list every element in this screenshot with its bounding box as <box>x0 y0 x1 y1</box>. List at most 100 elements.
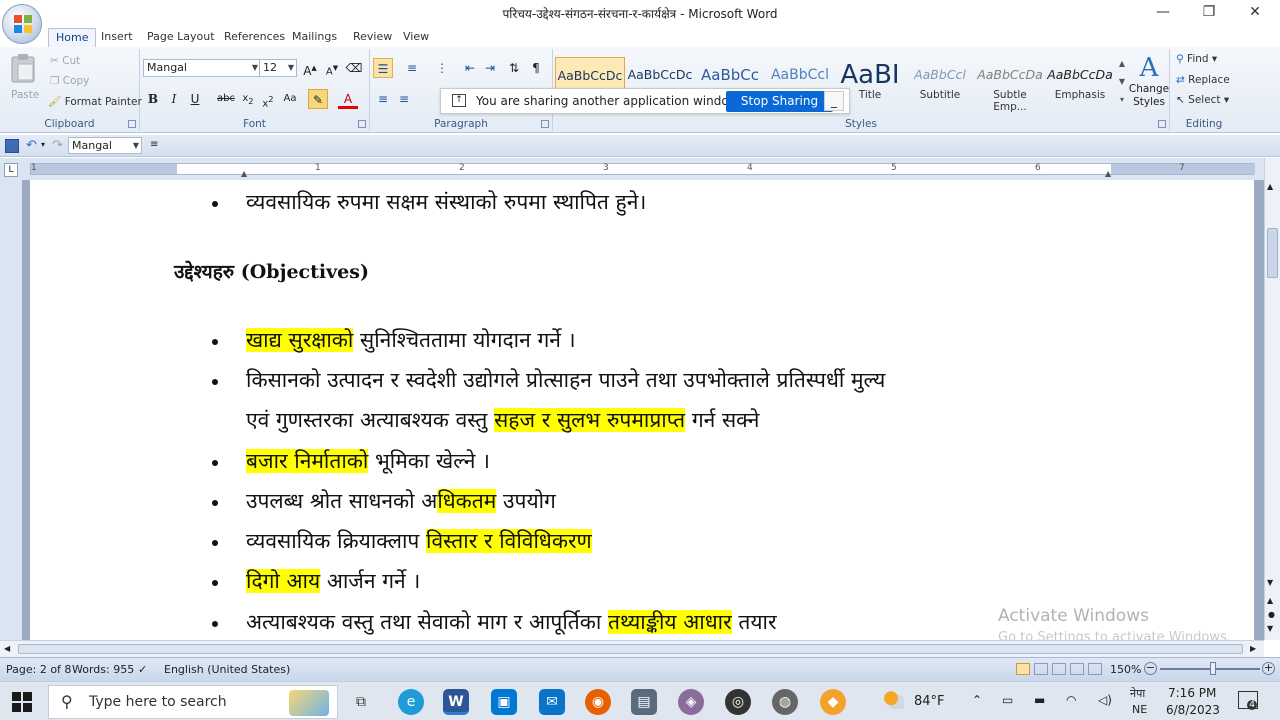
disk-icon[interactable]: ◍ <box>772 689 798 715</box>
proofing-icon[interactable]: ✓ <box>138 663 147 676</box>
view-full-screen-icon[interactable] <box>1034 663 1048 675</box>
weather-icon[interactable] <box>884 691 904 709</box>
close-button[interactable]: ✕ <box>1232 0 1278 26</box>
copy-button[interactable]: ❐ Copy <box>50 75 89 87</box>
scroll-right-icon[interactable]: ▶ <box>1250 644 1256 653</box>
shrink-font-icon[interactable]: A▼ <box>322 58 342 78</box>
styles-launcher[interactable] <box>1158 120 1166 128</box>
numbering-icon[interactable]: ≡ <box>402 58 422 78</box>
replace-button[interactable]: ⇄ Replace <box>1176 74 1230 86</box>
word-count[interactable]: Words: 955 <box>72 663 134 676</box>
hscroll-thumb[interactable] <box>18 644 1243 654</box>
sort-icon[interactable]: ⇅ <box>504 58 524 78</box>
styles-scroll[interactable]: ▲ ▼ ▾ <box>1116 55 1128 109</box>
firefox-icon[interactable]: ◉ <box>585 689 611 715</box>
select-button[interactable]: ↖ Select ▾ <box>1176 94 1229 106</box>
vlc-icon[interactable]: ◆ <box>820 689 846 715</box>
style-subtitle[interactable]: AaBbCcl Subtitle <box>905 57 975 109</box>
undo-dropdown-icon[interactable]: ▾ <box>41 140 45 149</box>
minimize-button[interactable]: — <box>1140 0 1186 26</box>
italic-icon[interactable]: I <box>164 89 184 109</box>
edge-icon[interactable]: e <box>398 689 424 715</box>
scroll-thumb[interactable] <box>1267 228 1278 278</box>
zoom-slider-thumb[interactable] <box>1210 662 1216 675</box>
input-language-code[interactable]: NE <box>1132 703 1147 716</box>
tab-home[interactable]: Home <box>48 28 97 47</box>
font-launcher[interactable] <box>358 120 366 128</box>
office-button[interactable] <box>2 4 42 44</box>
wifi-icon[interactable]: ◠ <box>1066 693 1076 707</box>
style-subtle-emphasis[interactable]: AaBbCcDa Subtle Emp... <box>975 57 1045 113</box>
volume-icon[interactable]: ◁) <box>1098 693 1112 707</box>
page-indicator[interactable]: Page: 2 of 8 <box>6 663 71 676</box>
scroll-down-icon[interactable]: ▼ <box>1267 578 1273 587</box>
font-color-icon[interactable]: A <box>338 89 358 109</box>
obs-icon[interactable]: ◎ <box>725 689 751 715</box>
strikethrough-icon[interactable]: abc <box>216 89 236 109</box>
redo-icon[interactable]: ↷ <box>52 138 63 153</box>
pilcrow-icon[interactable]: ¶ <box>526 58 546 78</box>
scroll-up-icon[interactable]: ▲ <box>1267 182 1273 191</box>
cut-button[interactable]: ✂ Cut <box>50 55 80 67</box>
tab-references[interactable]: References <box>217 28 292 47</box>
subscript-icon[interactable]: x2 <box>238 89 258 109</box>
tab-review[interactable]: Review <box>346 28 399 47</box>
highlight-icon[interactable]: ✎ <box>308 89 328 109</box>
align-left-icon[interactable]: ≡ <box>373 89 393 109</box>
document-page[interactable]: व्यवसायिक रुपमा सक्षम संस्थाको रुपमा स्थ… <box>30 180 1254 640</box>
tray-chevron-icon[interactable]: ⌃ <box>972 693 982 707</box>
change-styles-button[interactable]: A Change Styles <box>1128 53 1170 113</box>
paste-button[interactable]: Paste <box>6 53 40 105</box>
vertical-scrollbar[interactable]: ▲ ▼ ▲ ● ▼ <box>1264 158 1280 640</box>
tab-insert[interactable]: Insert <box>94 28 140 47</box>
indent-marker-icon[interactable]: ▲ <box>241 169 247 178</box>
bullets-icon[interactable]: ☰ <box>373 58 393 78</box>
find-button[interactable]: ⚲ Find ▾ <box>1176 53 1217 65</box>
tab-page-layout[interactable]: Page Layout <box>140 28 222 47</box>
tab-selector-icon[interactable]: L <box>4 163 18 177</box>
input-language[interactable]: नेपा <box>1130 686 1145 701</box>
change-case-icon[interactable]: Aa <box>280 89 300 109</box>
clear-formatting-icon[interactable]: ⌫ <box>344 58 364 78</box>
customize-qat-icon[interactable]: ≡ <box>150 139 158 150</box>
underline-icon[interactable]: U <box>185 89 205 109</box>
zoom-in-icon[interactable]: + <box>1262 662 1275 675</box>
grow-font-icon[interactable]: A▲ <box>300 58 320 78</box>
view-web-layout-icon[interactable] <box>1052 663 1066 675</box>
app-icon[interactable]: ▤ <box>631 689 657 715</box>
horizontal-ruler[interactable]: 1 1 2 3 4 5 6 7 ▲ ▲ <box>30 163 1255 178</box>
view-print-layout-icon[interactable] <box>1016 663 1030 675</box>
font-size-combo[interactable]: 12 ▼ <box>259 59 297 77</box>
increase-indent-icon[interactable]: ⇥ <box>480 58 500 78</box>
scroll-left-icon[interactable]: ◀ <box>4 644 10 653</box>
share-minimize-button[interactable]: _ <box>824 91 844 111</box>
task-view-icon[interactable]: ⧉ <box>348 689 374 715</box>
stop-sharing-button[interactable]: Stop Sharing <box>726 91 833 112</box>
notification-icon[interactable]: 4 <box>1238 691 1258 710</box>
language-indicator[interactable]: English (United States) <box>164 663 290 676</box>
view-outline-icon[interactable] <box>1070 663 1084 675</box>
taskbar-search[interactable]: ⚲ Type here to search <box>48 685 338 719</box>
zoom-level[interactable]: 150% <box>1110 663 1141 676</box>
store-icon[interactable]: ▣ <box>491 689 517 715</box>
qat-font-combo[interactable]: Mangal ▼ <box>68 137 142 154</box>
bold-icon[interactable]: B <box>143 89 163 109</box>
decrease-indent-icon[interactable]: ⇤ <box>460 58 480 78</box>
superscript-icon[interactable]: x2 <box>258 89 278 109</box>
paragraph-launcher[interactable] <box>541 120 549 128</box>
maximize-button[interactable]: ❐ <box>1186 0 1232 26</box>
clipboard-launcher[interactable] <box>128 120 136 128</box>
word-icon[interactable]: W <box>443 689 469 715</box>
zoom-out-icon[interactable]: − <box>1144 662 1157 675</box>
tab-view[interactable]: View <box>396 28 436 47</box>
battery-icon[interactable]: ▬ <box>1034 693 1045 707</box>
tab-mailings[interactable]: Mailings <box>285 28 344 47</box>
multilevel-list-icon[interactable]: ⋮ <box>432 58 452 78</box>
clock-time[interactable]: 7:16 PM <box>1168 686 1216 700</box>
align-center-icon[interactable]: ≡ <box>394 89 414 109</box>
undo-icon[interactable]: ↶ <box>26 138 37 153</box>
right-indent-marker-icon[interactable]: ▲ <box>1105 169 1111 178</box>
style-emphasis[interactable]: AaBbCcDa Emphasis <box>1045 57 1115 109</box>
format-painter-button[interactable]: 🖌 Format Painter <box>48 95 142 108</box>
view-draft-icon[interactable] <box>1088 663 1102 675</box>
